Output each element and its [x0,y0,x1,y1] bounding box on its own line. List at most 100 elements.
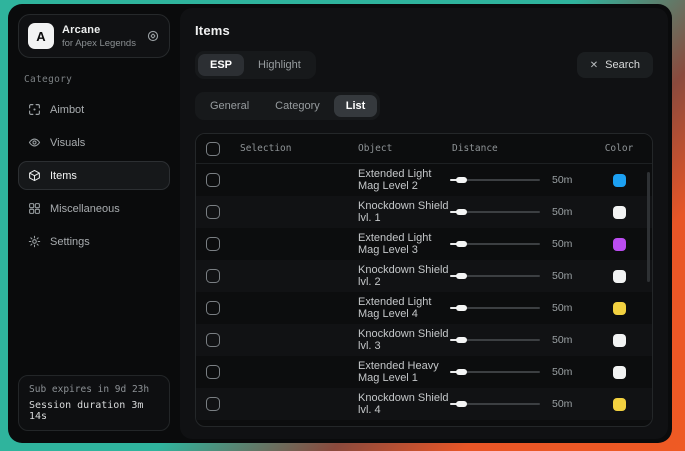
row-checkbox[interactable] [206,333,220,347]
slider-handle[interactable] [456,369,467,375]
object-name: Extended Light Mag Level 2 [358,168,450,192]
session-duration-text: Session duration 3m 14s [29,400,159,422]
distance-value: 50m [552,174,572,186]
tab-highlight[interactable]: Highlight [246,54,313,76]
brand-title: Arcane [62,24,138,36]
sidebar-item-settings[interactable]: Settings [18,227,170,256]
eye-icon [28,136,41,149]
subtab-list[interactable]: List [334,95,378,117]
color-swatch[interactable] [613,270,626,283]
sidebar-item-visuals[interactable]: Visuals [18,128,170,157]
sidebar-spacer [18,258,170,375]
distance-slider[interactable] [450,403,540,405]
object-name: Knockdown Shield lvl. 2 [358,264,450,288]
table-row[interactable]: Extended Heavy Mag Level 1 50m [196,356,652,388]
col-header-selection: Selection [240,143,358,154]
distance-slider[interactable] [450,371,540,373]
slider-handle[interactable] [456,209,467,215]
table-row[interactable]: Extended Light Mag Level 4 50m [196,292,652,324]
distance-slider[interactable] [450,211,540,213]
slider-handle[interactable] [456,177,467,183]
sidebar-nav: Aimbot Visuals Items Miscellaneous Setti… [18,93,170,258]
color-swatch[interactable] [613,174,626,187]
table-row[interactable]: Extended Light Mag Level 3 50m [196,228,652,260]
distance-value: 50m [552,302,572,314]
table-row[interactable]: Knockdown Shield lvl. 4 50m [196,388,652,420]
distance-value: 50m [552,398,572,410]
crosshair-icon [28,103,41,116]
sidebar-item-items[interactable]: Items [18,161,170,190]
object-name: Extended Heavy Mag Level 1 [358,360,450,384]
row-checkbox[interactable] [206,237,220,251]
color-swatch[interactable] [613,366,626,379]
distance-value: 50m [552,206,572,218]
distance-value: 50m [552,334,572,346]
color-swatch[interactable] [613,302,626,315]
distance-value: 50m [552,270,572,282]
object-name: Extended Light Mag Level 3 [358,232,450,256]
color-swatch[interactable] [613,206,626,219]
table-row[interactable]: Backpack lvl. 1 50m [196,420,652,427]
session-status-card: Sub expires in 9d 23h Session duration 3… [18,375,170,431]
row-checkbox[interactable] [206,173,220,187]
row-checkbox[interactable] [206,301,220,315]
slider-handle[interactable] [456,241,467,247]
row-checkbox[interactable] [206,365,220,379]
tab-esp[interactable]: ESP [198,54,244,76]
app-window: A Arcane for Apex Legends Category Aimbo… [8,4,672,443]
slider-handle[interactable] [456,305,467,311]
search-button-label: Search [605,59,640,71]
table-scrollbar[interactable] [647,172,650,282]
sidebar-item-aimbot[interactable]: Aimbot [18,95,170,124]
distance-value: 50m [552,366,572,378]
sidebar-item-miscellaneous[interactable]: Miscellaneous [18,194,170,223]
sidebar-item-label: Miscellaneous [50,203,120,215]
object-name: Extended Light Mag Level 4 [358,296,450,320]
col-header-distance: Distance [450,143,596,154]
subtab-general[interactable]: General [198,95,261,117]
package-icon [28,169,41,182]
sidebar-item-label: Visuals [50,137,85,149]
sub-expiry-text: Sub expires in 9d 23h [29,384,159,395]
gear-icon [28,235,41,248]
row-checkbox[interactable] [206,269,220,283]
table-body: Extended Light Mag Level 2 50m Knockdown… [196,164,652,427]
row-checkbox[interactable] [206,397,220,411]
color-swatch[interactable] [613,398,626,411]
table-row[interactable]: Knockdown Shield lvl. 3 50m [196,324,652,356]
object-name: Knockdown Shield lvl. 3 [358,328,450,352]
table-row[interactable]: Knockdown Shield lvl. 2 50m [196,260,652,292]
view-tabs: GeneralCategoryList [195,92,380,120]
distance-value: 50m [552,238,572,250]
slider-handle[interactable] [456,401,467,407]
color-swatch[interactable] [613,238,626,251]
page-title: Items [195,23,653,38]
row-checkbox[interactable] [206,205,220,219]
table-row[interactable]: Extended Light Mag Level 2 50m [196,164,652,196]
mode-tabs: ESPHighlight [195,51,316,79]
category-section-label: Category [24,74,164,85]
slider-handle[interactable] [456,337,467,343]
sidebar-item-label: Settings [50,236,90,248]
distance-slider[interactable] [450,339,540,341]
col-header-object: Object [358,143,450,154]
table-row[interactable]: Knockdown Shield lvl. 1 50m [196,196,652,228]
items-table: Selection Object Distance Color Extended… [195,133,653,427]
table-header-row: Selection Object Distance Color [196,134,652,164]
select-all-checkbox[interactable] [206,142,220,156]
brand-logo: A [28,23,54,49]
subtab-category[interactable]: Category [263,95,332,117]
brand-badge-icon[interactable] [146,29,160,43]
distance-slider[interactable] [450,275,540,277]
distance-slider[interactable] [450,179,540,181]
object-name: Knockdown Shield lvl. 1 [358,200,450,224]
color-swatch[interactable] [613,334,626,347]
distance-slider[interactable] [450,307,540,309]
slider-handle[interactable] [456,273,467,279]
main-panel: Items ESPHighlight ✕ Search GeneralCateg… [180,8,668,439]
col-header-color: Color [596,143,642,154]
distance-slider[interactable] [450,243,540,245]
object-name: Knockdown Shield lvl. 4 [358,392,450,416]
x-icon: ✕ [590,60,598,71]
search-button[interactable]: ✕ Search [577,52,653,78]
